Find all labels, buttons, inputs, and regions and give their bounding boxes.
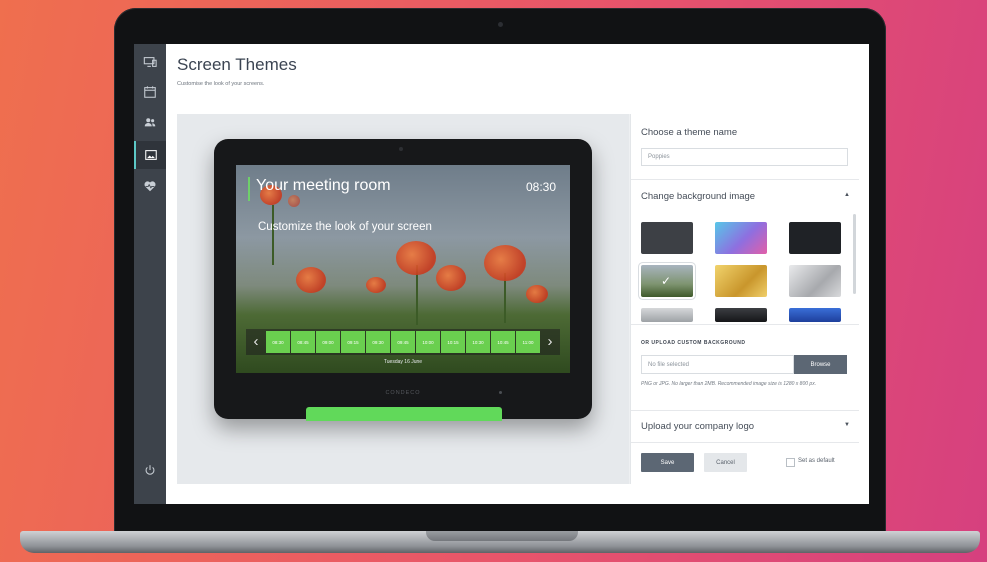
tablet-brand: CONDECO bbox=[385, 390, 421, 396]
users-icon bbox=[144, 118, 156, 127]
upload-hint: PNG or JPG. No larger than 2MB. Recommen… bbox=[641, 381, 817, 387]
theme-settings-panel: Choose a theme name Poppies Change backg… bbox=[630, 114, 859, 484]
image-icon bbox=[145, 150, 157, 160]
room-accent-bar bbox=[248, 177, 250, 201]
background-thumb-marble[interactable] bbox=[641, 308, 693, 322]
divider bbox=[631, 324, 859, 325]
browse-button[interactable]: Browse bbox=[794, 355, 847, 374]
thumbnail-scrollbar[interactable] bbox=[853, 214, 856, 294]
chevron-right-icon[interactable]: › bbox=[543, 333, 557, 351]
timeslot[interactable]: 11:00 bbox=[516, 331, 540, 353]
timeslot[interactable]: 10:45 bbox=[491, 331, 515, 353]
background-thumb-blue[interactable] bbox=[789, 308, 841, 322]
sidebar-item-devices[interactable] bbox=[134, 48, 166, 76]
app-screen: Screen Themes Customise the look of your… bbox=[134, 44, 869, 504]
sidebar-item-screen-themes[interactable] bbox=[134, 141, 166, 169]
sidebar-item-calendar[interactable] bbox=[134, 78, 166, 106]
logo-section-title[interactable]: Upload your company logo bbox=[641, 421, 754, 432]
theme-name-input[interactable]: Poppies bbox=[641, 148, 848, 166]
timeslot-strip: ‹ 08:30 08:45 09:00 09:15 09:30 09:45 10:00 10:… bbox=[246, 329, 560, 355]
tablet-sensor bbox=[499, 391, 502, 394]
tablet-preview: Your meeting room 08:30 Customize the lo… bbox=[214, 139, 592, 419]
sidebar bbox=[134, 44, 166, 504]
sidebar-item-health[interactable] bbox=[134, 172, 166, 200]
chevron-up-icon[interactable]: ▲ bbox=[844, 192, 850, 198]
background-thumb-silver[interactable] bbox=[789, 265, 841, 297]
laptop-notch bbox=[426, 531, 578, 541]
laptop-camera bbox=[498, 22, 503, 27]
laptop-lid: Screen Themes Customise the look of your… bbox=[114, 8, 886, 538]
timeslot[interactable]: 09:00 bbox=[316, 331, 340, 353]
tablet-camera bbox=[399, 147, 403, 151]
background-thumb-gradient[interactable] bbox=[715, 222, 767, 254]
page-subtitle: Customise the look of your screens. bbox=[177, 81, 265, 87]
background-thumb-gold[interactable] bbox=[715, 265, 767, 297]
set-default-checkbox[interactable] bbox=[786, 458, 795, 467]
timeslot[interactable]: 08:45 bbox=[291, 331, 315, 353]
save-button[interactable]: Save bbox=[641, 453, 694, 472]
divider bbox=[631, 410, 859, 411]
timeslot[interactable]: 09:15 bbox=[341, 331, 365, 353]
page-title: Screen Themes bbox=[177, 55, 297, 74]
cancel-button[interactable]: Cancel bbox=[704, 453, 747, 472]
room-name: Your meeting room bbox=[256, 177, 391, 194]
timeslot-list: 08:30 08:45 09:00 09:15 09:30 09:45 10:00 10:15… bbox=[266, 331, 540, 353]
preview-accent-strip bbox=[306, 407, 502, 421]
background-thumb-slate[interactable] bbox=[715, 308, 767, 322]
tablet-screen: Your meeting room 08:30 Customize the lo… bbox=[236, 165, 570, 373]
background-thumb-dark-grey[interactable] bbox=[641, 222, 693, 254]
monitor-icon bbox=[143, 57, 157, 67]
sidebar-item-users[interactable] bbox=[134, 108, 166, 136]
preview-area: Your meeting room 08:30 Customize the lo… bbox=[177, 114, 629, 484]
chevron-down-icon[interactable]: ▼ bbox=[844, 422, 850, 428]
calendar-icon bbox=[144, 86, 156, 98]
power-icon bbox=[145, 465, 155, 475]
timeslot[interactable]: 10:30 bbox=[466, 331, 490, 353]
heart-pulse-icon bbox=[144, 181, 156, 192]
background-thumb-poppies[interactable]: ✓ bbox=[641, 265, 693, 297]
set-default-label: Set as default bbox=[798, 458, 835, 464]
checkmark-icon: ✓ bbox=[661, 274, 672, 288]
background-thumb-black[interactable] bbox=[789, 222, 841, 254]
divider bbox=[631, 442, 859, 443]
background-section-title[interactable]: Change background image bbox=[641, 191, 755, 202]
theme-name-title: Choose a theme name bbox=[641, 127, 738, 138]
room-message: Customize the look of your screen bbox=[258, 221, 432, 233]
timeslot[interactable]: 08:30 bbox=[266, 331, 290, 353]
file-name-field[interactable]: No file selected bbox=[641, 355, 794, 374]
upload-background-heading: OR UPLOAD CUSTOM BACKGROUND bbox=[641, 340, 746, 346]
content-area: Your meeting room 08:30 Customize the lo… bbox=[177, 114, 859, 484]
timeslot[interactable]: 09:30 bbox=[366, 331, 390, 353]
timeslot[interactable]: 10:00 bbox=[416, 331, 440, 353]
chevron-left-icon[interactable]: ‹ bbox=[249, 333, 263, 351]
preview-date: Tuesday 16 June bbox=[383, 359, 423, 365]
timeslot[interactable]: 10:15 bbox=[441, 331, 465, 353]
sidebar-item-logout[interactable] bbox=[134, 456, 166, 484]
room-time: 08:30 bbox=[525, 180, 556, 194]
divider bbox=[631, 179, 859, 180]
timeslot[interactable]: 09:45 bbox=[391, 331, 415, 353]
